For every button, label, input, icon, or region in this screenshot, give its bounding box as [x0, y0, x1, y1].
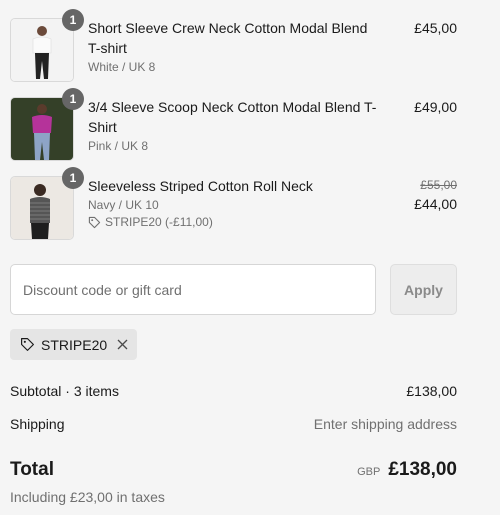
quantity-badge: 1 — [62, 88, 84, 110]
product-name: Sleeveless Striped Cotton Roll Neck — [88, 178, 313, 194]
product-price: £44,00 — [414, 196, 457, 212]
subtotal-label: Subtotal · 3 items — [10, 383, 119, 399]
applied-code-label: STRIPE20 — [41, 336, 108, 353]
applied-discount-chip: STRIPE20 — [10, 329, 138, 360]
product-variant: Pink / UK 8 — [88, 139, 149, 153]
item-discount-text: STRIPE20 (-£11,00) — [105, 215, 213, 229]
apply-button[interactable]: Apply — [390, 264, 457, 315]
original-price: £55,00 — [420, 178, 457, 192]
product-variant: White / UK 8 — [88, 60, 156, 74]
product-name: 3/4 Sleeve Scoop Neck Cotton Modal Blend… — [88, 99, 377, 135]
total-row: Total GBP £138,00 — [10, 459, 457, 481]
product-thumbnail: 1 — [10, 9, 84, 82]
product-thumbnail: 1 — [10, 167, 84, 240]
currency-code: GBP — [357, 466, 381, 478]
total-value: £138,00 — [388, 459, 457, 480]
discount-code-input[interactable] — [10, 264, 376, 315]
product-price: £45,00 — [414, 20, 457, 36]
item-discount: STRIPE20 (-£11,00) — [88, 215, 383, 229]
close-icon[interactable] — [117, 339, 128, 350]
product-variant: Navy / UK 10 — [88, 198, 159, 212]
subtotal-value: £138,00 — [406, 383, 457, 399]
tag-icon — [20, 337, 35, 352]
shipping-row: Shipping Enter shipping address — [10, 416, 457, 432]
shipping-label: Shipping — [10, 416, 65, 432]
discount-form: Apply — [10, 264, 457, 315]
line-item: 1 Short Sleeve Crew Neck Cotton Modal Bl… — [10, 9, 457, 82]
line-item: 1 Sleeveless Striped Cotton Roll Neck Na… — [10, 167, 457, 240]
line-item: 1 3/4 Sleeve Scoop Neck Cotton Modal Ble… — [10, 88, 457, 161]
product-price: £49,00 — [414, 99, 457, 115]
tag-icon — [88, 216, 101, 228]
subtotal-row: Subtotal · 3 items £138,00 — [10, 383, 457, 399]
shipping-value: Enter shipping address — [313, 416, 457, 432]
quantity-badge: 1 — [62, 9, 84, 31]
product-name: Short Sleeve Crew Neck Cotton Modal Blen… — [88, 20, 368, 56]
quantity-badge: 1 — [62, 167, 84, 189]
total-label: Total — [10, 459, 54, 480]
taxes-note: Including £23,00 in taxes — [10, 489, 165, 505]
product-thumbnail: 1 — [10, 88, 84, 161]
